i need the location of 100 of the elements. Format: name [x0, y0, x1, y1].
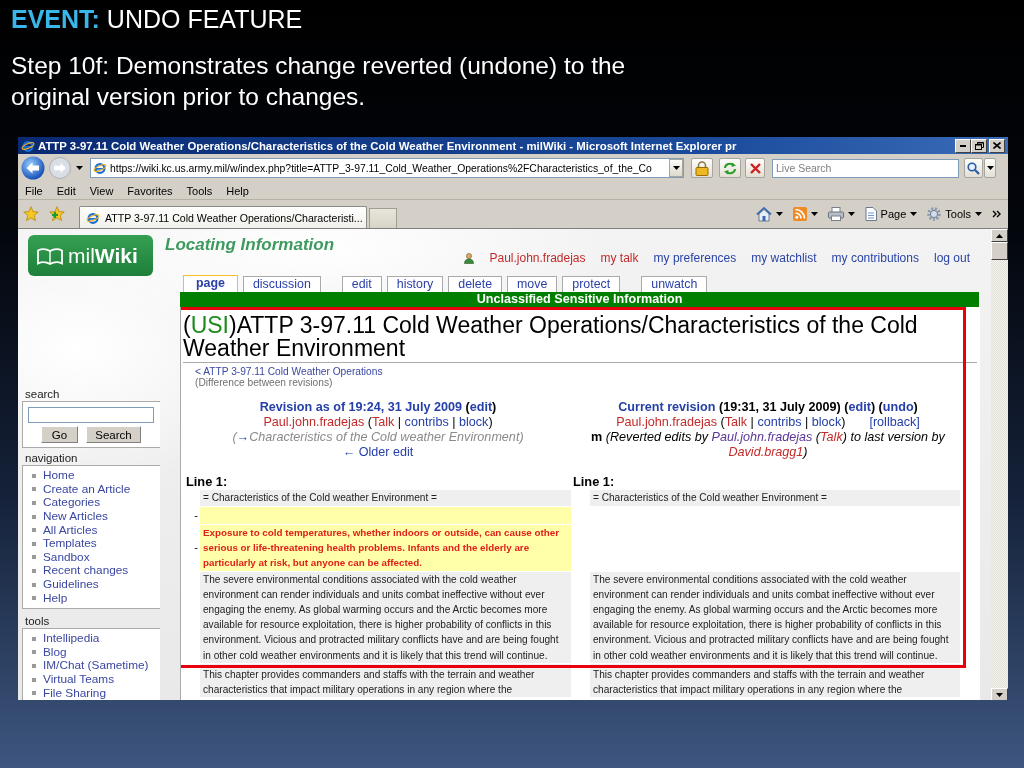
- caret-icon: [775, 212, 783, 216]
- go-button[interactable]: Go: [41, 426, 78, 443]
- text-link[interactable]: Revision as of 19:24, 31 July 2009: [259, 400, 462, 414]
- scroll-thumb[interactable]: [991, 242, 1008, 260]
- revision-author: Paul.john.fradejas (Talk | contribs | block) [rollback]: [616, 415, 920, 430]
- bullet-icon: [32, 677, 36, 682]
- sidebar-link[interactable]: Home: [43, 469, 75, 483]
- sidebar-link[interactable]: Virtual Teams: [43, 673, 115, 686]
- bullet-icon: [32, 541, 36, 546]
- bullet-icon: [32, 501, 36, 505]
- text-link[interactable]: Paul.john.fradejas: [263, 415, 365, 429]
- search-button[interactable]: [964, 158, 983, 178]
- sidebar-link[interactable]: Guidelines: [43, 578, 99, 592]
- scroll-down-button[interactable]: [991, 688, 1008, 700]
- page-tab[interactable]: edit: [341, 276, 382, 292]
- page-tab[interactable]: unwatch: [641, 276, 708, 292]
- page-tab[interactable]: history: [386, 276, 444, 292]
- text-link[interactable]: edit: [469, 400, 493, 414]
- text-link[interactable]: undo: [882, 400, 914, 414]
- sidebar-link[interactable]: Sandbox: [43, 550, 90, 564]
- menu-item[interactable]: Edit: [49, 184, 83, 197]
- refresh-button[interactable]: [719, 158, 741, 178]
- line-number-label: Line 1:: [185, 474, 228, 489]
- text-link[interactable]: Talk: [724, 415, 748, 429]
- page-tab[interactable]: delete: [448, 276, 503, 292]
- scrollbar[interactable]: [991, 229, 1008, 700]
- text-link[interactable]: contribs: [757, 415, 802, 429]
- page-menu-button[interactable]: Page: [863, 205, 919, 223]
- text-link[interactable]: ← Older edit: [342, 445, 414, 459]
- text-link[interactable]: Talk: [820, 430, 843, 444]
- site-logo[interactable]: milWiki: [28, 235, 153, 276]
- full-search-button[interactable]: Search: [86, 426, 141, 443]
- stop-icon: [749, 162, 761, 174]
- revision-heading: Revision as of 19:24, 31 July 2009 (edit): [259, 400, 497, 415]
- search-field[interactable]: Live Search: [772, 158, 959, 178]
- page-tab[interactable]: page: [183, 275, 238, 292]
- minimize-button[interactable]: [955, 138, 971, 153]
- print-button[interactable]: [826, 205, 856, 223]
- search-options-button[interactable]: [984, 158, 996, 178]
- page-tab[interactable]: protect: [562, 276, 621, 292]
- menu-item[interactable]: Tools: [179, 184, 220, 197]
- text-link[interactable]: [rollback]: [869, 415, 920, 429]
- sidebar-link[interactable]: Recent changes: [43, 564, 129, 578]
- bullet-icon: [32, 568, 36, 573]
- sidebar-link[interactable]: Create an Article: [43, 482, 131, 496]
- bullet-icon: [32, 596, 36, 601]
- menu-item[interactable]: File: [18, 184, 50, 197]
- edit-summary: m (Reverted edits by Paul.john.fradejas (Talk) to last version by David.bragg1): [590, 430, 947, 460]
- menu-item[interactable]: Help: [219, 184, 256, 197]
- sidebar-link[interactable]: File Sharing: [43, 686, 106, 700]
- menu-item[interactable]: View: [82, 184, 121, 197]
- scroll-up-button[interactable]: [991, 229, 1008, 242]
- home-button[interactable]: [754, 205, 784, 223]
- bullet-icon: [32, 650, 36, 655]
- sidebar-link[interactable]: Intellipedia: [43, 632, 100, 646]
- sidebar-link[interactable]: Blog: [43, 645, 67, 659]
- revision-author: Paul.john.fradejas (Talk | contribs | block): [263, 415, 493, 430]
- user-menu-link[interactable]: my watchlist: [751, 251, 817, 265]
- text-link[interactable]: →: [236, 430, 250, 444]
- sidebar-link[interactable]: Templates: [43, 537, 97, 551]
- sidebar-link[interactable]: Categories: [43, 496, 101, 510]
- user-menu-link[interactable]: my contributions: [831, 251, 919, 265]
- user-menu-link[interactable]: my preferences: [653, 251, 737, 265]
- user-menu-link[interactable]: Paul.john.fradejas: [489, 251, 586, 265]
- bullet-icon: [32, 663, 36, 668]
- user-menu-link[interactable]: my talk: [600, 251, 639, 265]
- stop-button[interactable]: [745, 158, 765, 178]
- sidebar-link[interactable]: New Articles: [43, 510, 108, 524]
- sidebar-search-input[interactable]: [28, 407, 154, 423]
- caret-icon: [975, 212, 982, 216]
- feed-icon: [792, 207, 807, 221]
- text-link[interactable]: edit: [848, 400, 871, 414]
- page-tab[interactable]: discussion: [242, 276, 321, 292]
- text-link[interactable]: Current revision: [618, 400, 716, 414]
- text-link[interactable]: contribs: [404, 415, 449, 429]
- security-lock-button[interactable]: [691, 158, 713, 178]
- back-button[interactable]: [20, 155, 45, 181]
- close-button[interactable]: [989, 138, 1005, 153]
- text-link[interactable]: Paul.john.fradejas: [711, 430, 813, 444]
- portlet-heading: search: [24, 388, 61, 401]
- browser-tab[interactable]: ATTP 3-97.11 Cold Weather Operations/Characteristi...: [79, 206, 367, 228]
- dropdown-button[interactable]: [669, 159, 683, 177]
- logo-text: milWiki: [68, 243, 138, 268]
- tools-menu-button[interactable]: Tools: [926, 205, 983, 223]
- text-link[interactable]: block: [811, 415, 842, 429]
- user-menu-link[interactable]: log out: [933, 251, 970, 265]
- text-link[interactable]: Paul.john.fradejas: [616, 415, 717, 429]
- address-field[interactable]: https://wiki.kc.us.army.mil/w/index.php?title=ATTP_3-97.11_Cold_Weather_Operations%2FCharacteristics_of_the_Co: [90, 158, 684, 178]
- parent-page-link[interactable]: < ATTP 3-97.11 Cold Weather Operations: [195, 366, 383, 377]
- sidebar-link[interactable]: Help: [43, 591, 68, 605]
- page-tab[interactable]: move: [507, 276, 558, 292]
- restore-button[interactable]: [971, 138, 987, 153]
- bullet-icon: [32, 636, 36, 641]
- menu-item[interactable]: Favorites: [120, 184, 180, 197]
- caret-icon: [910, 212, 918, 216]
- feeds-button[interactable]: [791, 205, 819, 223]
- text-link[interactable]: block: [459, 415, 489, 429]
- sidebar-link[interactable]: All Articles: [43, 523, 98, 537]
- sidebar-link[interactable]: IM/Chat (Sametime): [43, 659, 149, 673]
- text-link[interactable]: Talk: [371, 415, 395, 429]
